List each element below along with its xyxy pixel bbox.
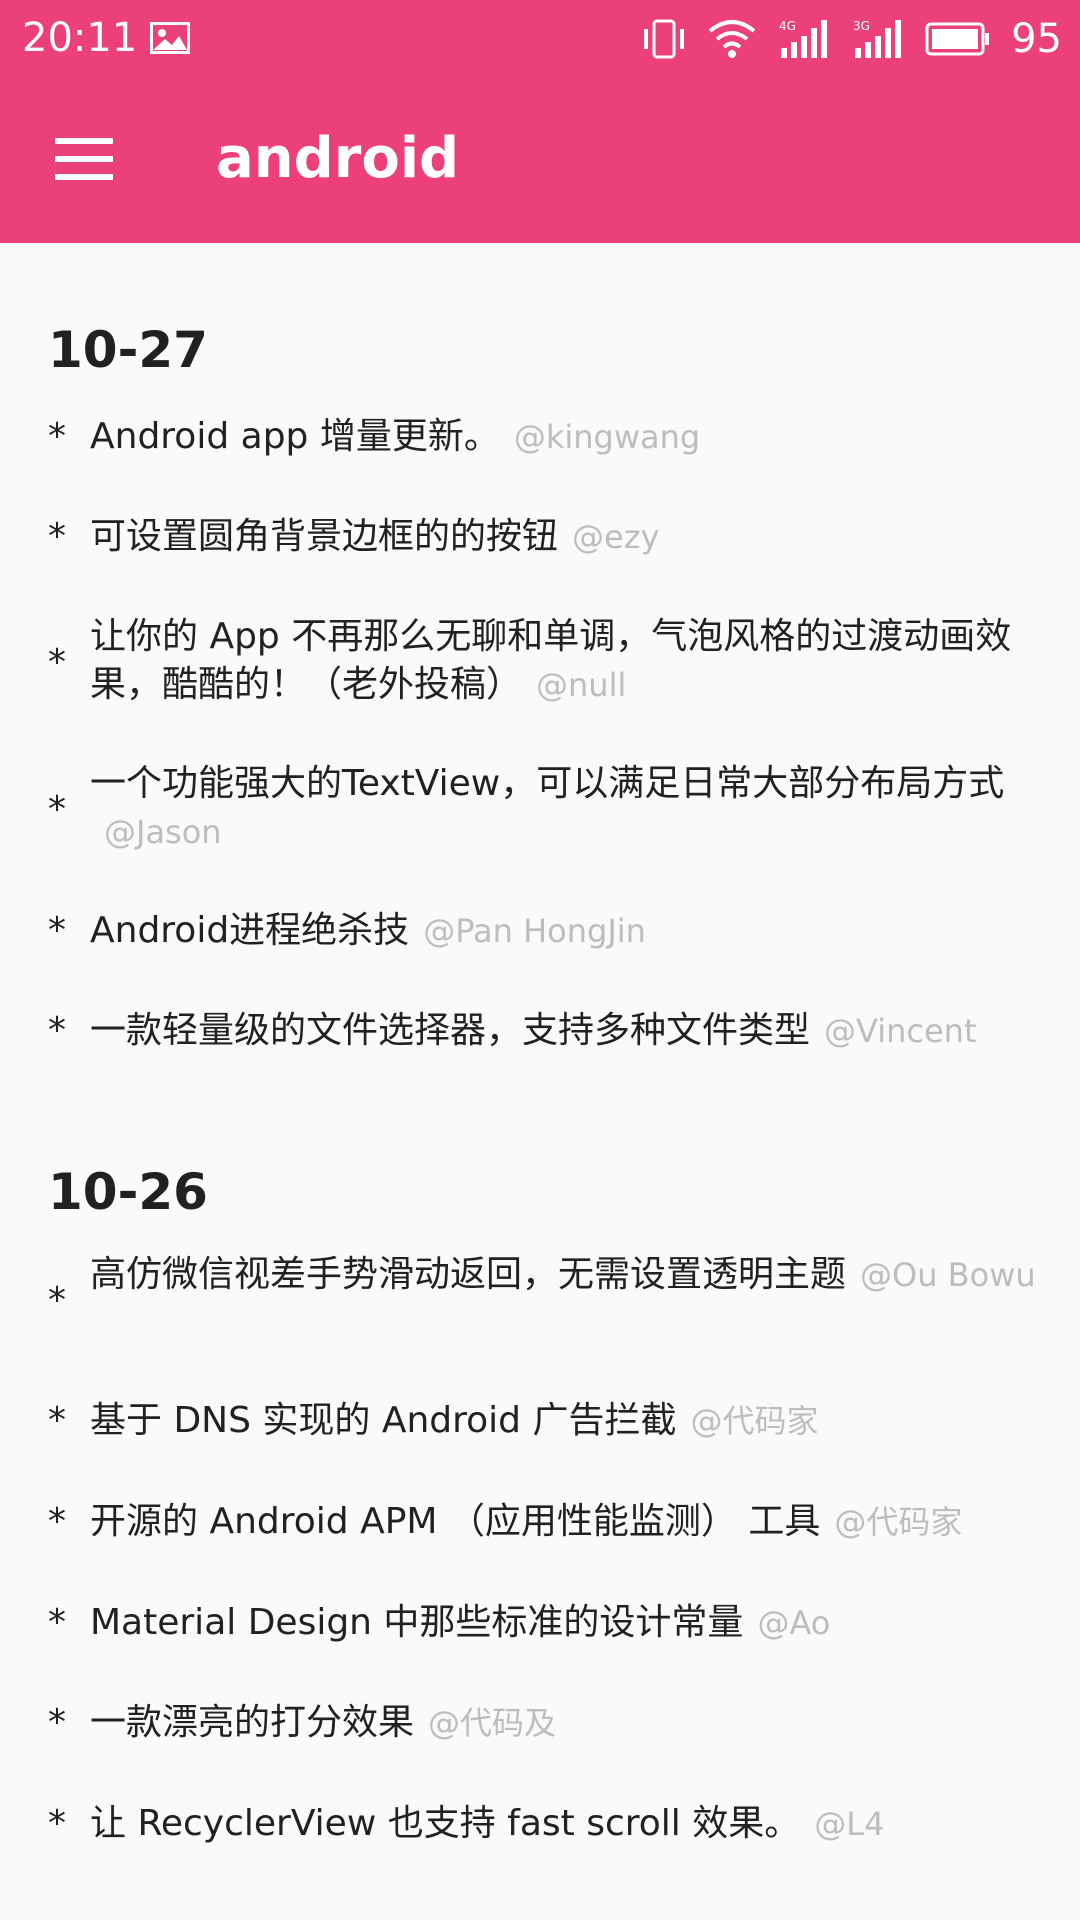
battery-percentage: 95 [1011, 16, 1062, 62]
item-title: 高仿微信视差手势滑动返回，无需设置透明主题 [90, 1254, 847, 1295]
wifi-icon [708, 20, 756, 58]
bullet: * [48, 910, 66, 951]
item-text: Android app 增量更新。 @kingwang [90, 413, 1080, 461]
svg-text:4G: 4G [779, 19, 796, 33]
item-author[interactable]: @Jason [104, 813, 222, 851]
item-title: 一个功能强大的TextView，可以满足日常大部分布局方式 [90, 763, 1005, 804]
item-text: 高仿微信视差手势滑动返回，无需设置透明主题 @Ou Bowu [90, 1251, 1080, 1299]
bullet: * [48, 789, 66, 830]
item-title: 基于 DNS 实现的 Android 广告拦截 [90, 1400, 677, 1441]
item-title: 开源的 Android APM （应用性能监测） 工具 [90, 1501, 821, 1542]
item-author[interactable]: @kingwang [514, 418, 700, 456]
signal-3g-icon: 3G [853, 19, 902, 58]
bullet: * [48, 1280, 66, 1321]
bullet: * [48, 1010, 66, 1051]
item-author[interactable]: @L4 [814, 1805, 884, 1843]
bullet: * [48, 1702, 66, 1743]
item-author[interactable]: @Ou Bowu [860, 1256, 1036, 1294]
bullet: * [48, 642, 66, 683]
section-date: 10-27 [48, 321, 208, 379]
item-title: 让 RecyclerView 也支持 fast scroll 效果。 [90, 1803, 801, 1844]
battery-icon [925, 22, 990, 56]
item-title: Android进程绝杀技 [90, 910, 410, 951]
bullet: * [48, 516, 66, 557]
signal-4g-icon: 4G [779, 19, 828, 58]
image-icon [150, 22, 190, 54]
vibrate-icon [644, 19, 685, 59]
hamburger-menu-icon[interactable] [55, 138, 113, 180]
status-bar: 20:11 4G 3G 95 [0, 0, 1080, 76]
status-icons: 4G 3G 95 [641, 14, 1062, 64]
item-author[interactable]: @代码家 [690, 1402, 818, 1440]
item-text: 一款漂亮的打分效果 @代码及 [90, 1699, 1080, 1747]
item-text: 一个功能强大的TextView，可以满足日常大部分布局方式 @Jason [90, 760, 1080, 856]
bullet: * [48, 416, 66, 457]
item-text: 一款轻量级的文件选择器，支持多种文件类型 @Vincent [90, 1007, 1080, 1055]
status-time: 20:11 [22, 15, 138, 61]
item-title: 可设置圆角背景边框的的按钮 [90, 516, 559, 557]
item-title: 一款轻量级的文件选择器，支持多种文件类型 [90, 1010, 811, 1051]
item-text: 基于 DNS 实现的 Android 广告拦截 @代码家 [90, 1397, 1080, 1445]
page-title: android [216, 126, 460, 191]
bullet: * [48, 1501, 66, 1542]
item-author[interactable]: @null [536, 666, 626, 704]
item-text: Android进程绝杀技 @Pan HongJin [90, 907, 1080, 955]
item-author[interactable]: @Pan HongJin [423, 912, 646, 950]
item-author[interactable]: @Vincent [824, 1012, 976, 1050]
bullet: * [48, 1400, 66, 1441]
item-text: Material Design 中那些标准的设计常量 @Ao [90, 1599, 1080, 1647]
app-bar: android [0, 76, 1080, 243]
section-date: 10-26 [48, 1163, 208, 1221]
svg-text:3G: 3G [853, 19, 870, 33]
item-text: 开源的 Android APM （应用性能监测） 工具 @代码家 [90, 1498, 1080, 1546]
item-title: 一款漂亮的打分效果 [90, 1702, 415, 1743]
item-author[interactable]: @代码及 [428, 1704, 556, 1742]
bullet: * [48, 1803, 66, 1844]
item-title: Android app 增量更新。 [90, 416, 500, 457]
item-author[interactable]: @代码家 [834, 1503, 962, 1541]
item-text: 让你的 App 不再那么无聊和单调，气泡风格的过渡动画效果，酷酷的！（老外投稿）… [90, 613, 1080, 709]
item-text: 可设置圆角背景边框的的按钮 @ezy [90, 513, 1080, 561]
item-author[interactable]: @Ao [757, 1604, 830, 1642]
item-author[interactable]: @ezy [572, 518, 659, 556]
item-title: Material Design 中那些标准的设计常量 [90, 1602, 744, 1643]
bullet: * [48, 1602, 66, 1643]
item-text: 让 RecyclerView 也支持 fast scroll 效果。 @L4 [90, 1800, 1080, 1848]
